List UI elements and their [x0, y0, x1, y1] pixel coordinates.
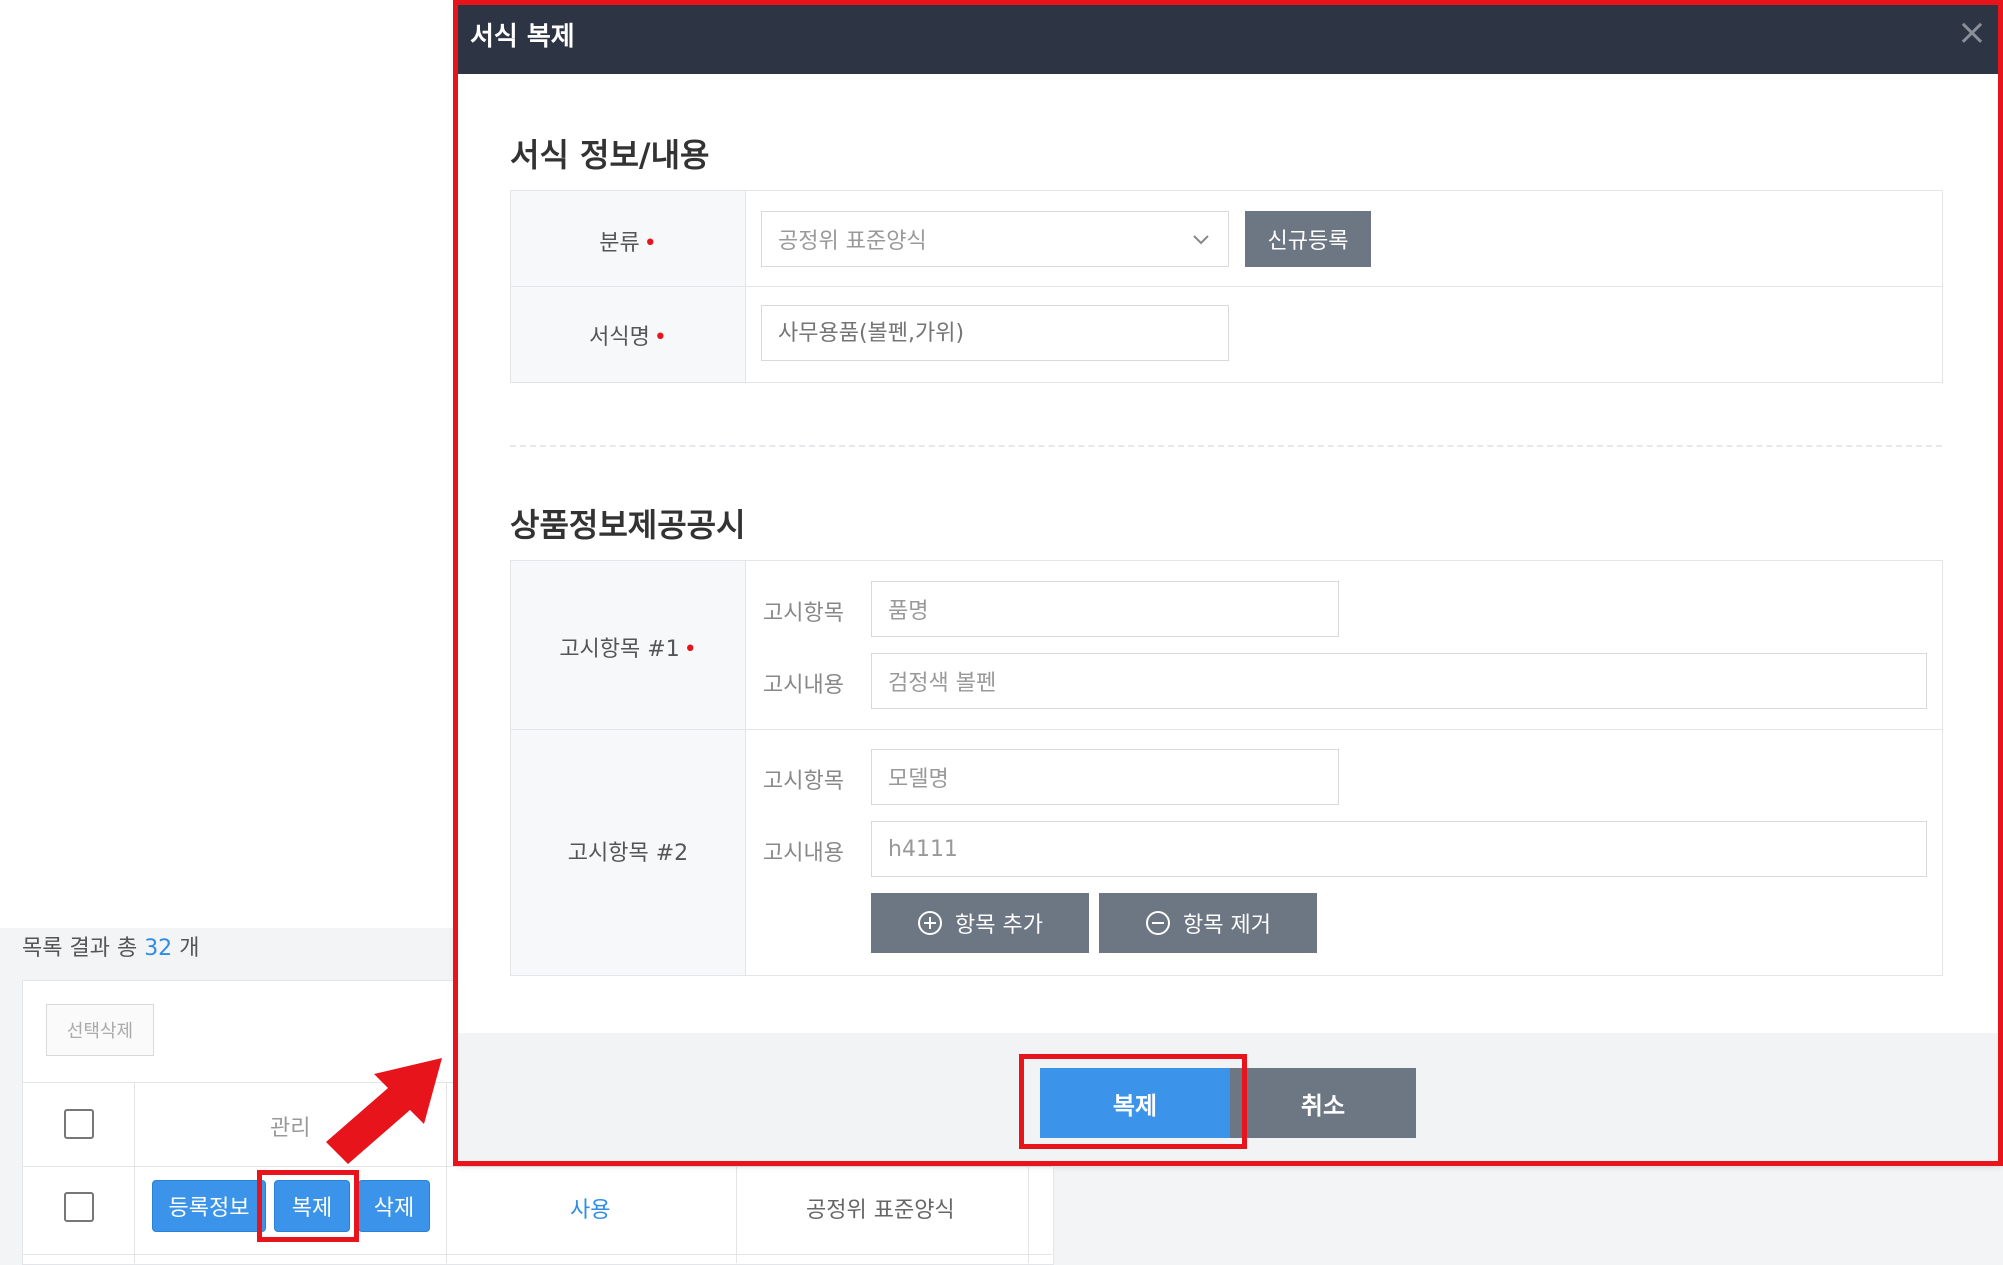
- table-header-line: [22, 1166, 1052, 1167]
- item1-label: 고시항목 #1 •: [511, 631, 745, 663]
- copy-button[interactable]: 복제: [1040, 1068, 1230, 1138]
- column-header-manage: 관리: [270, 1116, 311, 1141]
- required-mark: •: [643, 231, 657, 256]
- section-divider: [510, 445, 1942, 447]
- cancel-button[interactable]: 취소: [1230, 1068, 1416, 1138]
- form-name-label-text: 서식명: [589, 325, 650, 350]
- plus-circle-icon: [918, 911, 943, 935]
- count-value: 32: [144, 936, 173, 961]
- form-name-input[interactable]: [761, 305, 1229, 361]
- count-suffix: 개: [179, 936, 200, 961]
- table-col-line: [736, 1166, 737, 1263]
- item2-label-text: 고시항목 #2: [567, 841, 689, 866]
- form-info-table: 분류 • 공정위 표준양식 신규등록 서식명 •: [510, 190, 1943, 383]
- table-col-line: [134, 1082, 135, 1263]
- item1-label-text: 고시항목 #1: [559, 637, 680, 662]
- product-info-label-column: [511, 561, 746, 975]
- list-result-count: 목록 결과 총 32 개: [22, 930, 199, 962]
- row-delete-button[interactable]: 삭제: [358, 1180, 430, 1232]
- category-select-value: 공정위 표준양식: [778, 229, 927, 254]
- row-separator: [511, 286, 1942, 287]
- category-label: 분류 •: [511, 225, 745, 257]
- modal-title: 서식 복제: [470, 22, 575, 52]
- register-info-button[interactable]: 등록정보: [152, 1180, 266, 1232]
- remove-item-button[interactable]: 항목 제거: [1099, 893, 1317, 953]
- modal-header: 서식 복제 ×: [458, 2, 2003, 74]
- close-icon[interactable]: ×: [1957, 12, 1987, 53]
- row-separator: [511, 729, 1942, 730]
- row-category: 공정위 표준양식: [806, 1198, 955, 1223]
- item1-content-label: 고시내용: [763, 673, 844, 698]
- category-label-text: 분류: [599, 231, 640, 256]
- category-select[interactable]: 공정위 표준양식: [761, 211, 1229, 267]
- item2-content-input[interactable]: h4111: [871, 821, 1927, 877]
- table-col-line: [1028, 1166, 1029, 1263]
- select-delete-button[interactable]: 선택삭제: [46, 1004, 154, 1056]
- row-checkbox[interactable]: [64, 1192, 94, 1222]
- add-item-label: 항목 추가: [955, 913, 1043, 938]
- add-item-button[interactable]: 항목 추가: [871, 893, 1089, 953]
- row-status: 사용: [570, 1198, 611, 1223]
- count-prefix: 목록 결과 총: [22, 936, 138, 961]
- item1-content-input[interactable]: 검정색 볼펜: [871, 653, 1927, 709]
- section-form-info-title: 서식 정보/내용: [510, 136, 710, 174]
- new-register-button[interactable]: 신규등록: [1245, 211, 1371, 267]
- item2-content-label: 고시내용: [763, 841, 844, 866]
- pointer-arrow-icon: [326, 1058, 442, 1164]
- select-all-checkbox[interactable]: [64, 1109, 94, 1139]
- chevron-down-icon: [1193, 235, 1209, 245]
- copy-form-modal: 서식 복제 × 서식 정보/내용 분류 • 공정위 표준양식 신규등록 서식명 • …: [458, 2, 2003, 1164]
- item2-label: 고시항목 #2: [511, 835, 745, 867]
- section-product-info-title: 상품정보제공공시: [510, 506, 746, 544]
- minus-circle-icon: [1146, 911, 1171, 935]
- form-name-label: 서식명 •: [511, 319, 745, 351]
- table-row-line: [22, 1254, 1052, 1255]
- highlight-row-copy: [257, 1170, 359, 1242]
- item1-item-input[interactable]: 품명: [871, 581, 1339, 637]
- item2-item-input[interactable]: 모델명: [871, 749, 1339, 805]
- remove-item-label: 항목 제거: [1183, 913, 1271, 938]
- product-info-table: 고시항목 #1 • 고시항목 품명 고시내용 검정색 볼펜 고시항목 #2 고시항…: [510, 560, 1943, 976]
- required-mark: •: [683, 637, 697, 662]
- item1-item-label: 고시항목: [763, 601, 844, 626]
- required-mark: •: [653, 325, 667, 350]
- item2-item-label: 고시항목: [763, 769, 844, 794]
